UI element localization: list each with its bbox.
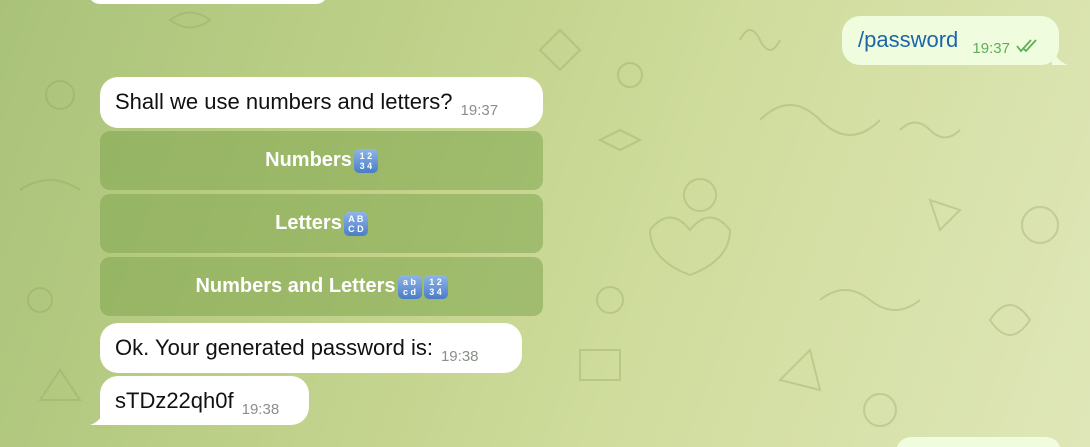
inline-button-numbers[interactable]: Numbers 1 23 4 xyxy=(100,131,543,190)
next-outgoing-message-bubble[interactable] xyxy=(896,437,1061,447)
chat-area[interactable]: /password 19:37 Shall we use numbers and… xyxy=(0,0,1090,447)
message-time: 19:37 xyxy=(972,40,1010,57)
message-time: 19:38 xyxy=(241,401,280,418)
bot-question-message[interactable]: Shall we use numbers and letters? 19:37 xyxy=(100,77,543,128)
input-numbers-icon: 1 23 4 xyxy=(353,148,378,173)
password-text: sTDz22qh0f xyxy=(115,388,234,413)
bot-command-link[interactable]: /password xyxy=(858,27,958,52)
incoming-bubble-tail xyxy=(90,407,106,425)
outgoing-message-bubble[interactable]: /password 19:37 xyxy=(842,16,1059,65)
inline-button-label: Letters xyxy=(275,212,342,234)
inline-button-letters[interactable]: Letters A BC D xyxy=(100,194,543,253)
generated-password-message[interactable]: sTDz22qh0f 19:38 xyxy=(100,376,309,425)
input-latin-uppercase-icon: A BC D xyxy=(343,211,368,236)
inline-button-label: Numbers and Letters xyxy=(195,275,396,297)
previous-message-bubble[interactable] xyxy=(88,0,328,4)
message-time: 19:37 xyxy=(460,102,499,119)
message-text: Ok. Your generated password is: xyxy=(115,335,433,360)
input-numbers-icon: 1 23 4 xyxy=(423,274,448,299)
bot-result-message[interactable]: Ok. Your generated password is: 19:38 xyxy=(100,323,522,373)
inline-button-label: Numbers xyxy=(265,149,352,171)
outgoing-bubble-tail xyxy=(1052,47,1068,65)
message-text: Shall we use numbers and letters? xyxy=(115,89,453,114)
message-time: 19:38 xyxy=(440,348,479,365)
double-check-read-icon xyxy=(1016,39,1037,53)
input-latin-lowercase-icon: a bc d xyxy=(397,274,422,299)
inline-button-numbers-and-letters[interactable]: Numbers and Letters a bc d 1 23 4 xyxy=(100,257,543,316)
